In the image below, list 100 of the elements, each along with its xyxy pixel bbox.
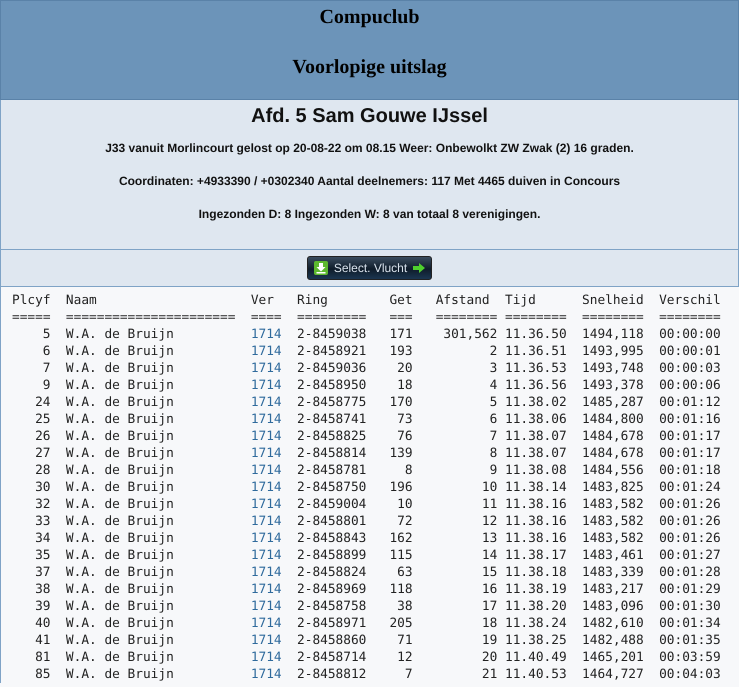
table-cell-text: 18 [396, 377, 413, 394]
table-cell-text: W.A. de Bruijn [66, 649, 175, 666]
table-cell-text: 37 [34, 564, 51, 581]
table-cell: 171 [389, 326, 413, 343]
table-cell: 11.38.08 [505, 462, 567, 479]
table-cell: 139 [389, 445, 413, 462]
club-link[interactable]: 1714 [250, 547, 282, 564]
table-cell: 11.38.17 [505, 547, 567, 564]
table-cell: 00:01:35 [659, 632, 721, 649]
download-icon [314, 261, 328, 275]
table-cell: 1494,118 [582, 326, 644, 343]
club-link[interactable]: 1714 [250, 632, 282, 649]
table-cell-text: 7 [404, 666, 413, 683]
table-cell: 1483,582 [582, 530, 644, 547]
table-cell-text: 71 [396, 632, 413, 649]
table-cell: 00:00:03 [659, 360, 721, 377]
club-link[interactable]: 1714 [250, 564, 282, 581]
table-cell: 1485,287 [582, 394, 644, 411]
table-cell-text: W.A. de Bruijn [66, 479, 175, 496]
table-cell-text: 63 [396, 564, 413, 581]
table-cell: 1483,339 [582, 564, 644, 581]
table-cell: 00:00:01 [659, 343, 721, 360]
table-cell: 00:00:00 [659, 326, 721, 343]
table-cell: 1464,727 [582, 666, 644, 683]
table-cell-text: 9 [488, 462, 498, 479]
table-cell: 1483,461 [582, 547, 644, 564]
header-rule: ======== [436, 309, 498, 326]
table-cell-text: W.A. de Bruijn [66, 615, 175, 632]
club-link[interactable]: 1714 [250, 377, 282, 394]
table-cell-text: 20 [480, 649, 498, 666]
header-rule: ======== [505, 309, 567, 326]
club-link[interactable]: 1714 [250, 496, 282, 513]
table-cell-text: 5 [42, 326, 51, 343]
table-cell-text: W.A. de Bruijn [66, 666, 175, 683]
club-link[interactable]: 1714 [250, 394, 282, 411]
table-cell: 11.38.07 [505, 428, 567, 445]
header-rule: ====================== [66, 309, 236, 326]
table-cell-text: 15 [480, 564, 498, 581]
table-cell-text: 6 [488, 411, 498, 428]
table-cell-text: 18 [480, 615, 498, 632]
table-cell: 205 [389, 615, 413, 632]
club-link[interactable]: 1714 [250, 445, 282, 462]
table-cell-text: W.A. de Bruijn [66, 547, 175, 564]
table-cell-text: 10 [396, 496, 413, 513]
club-link[interactable]: 1714 [250, 649, 282, 666]
table-cell-text: W.A. de Bruijn [66, 581, 175, 598]
table-cell: 11.38.16 [505, 513, 567, 530]
club-link[interactable]: 1714 [250, 513, 282, 530]
table-cell-text: 21 [480, 666, 498, 683]
column-header: Plcyf [12, 292, 51, 309]
table-cell-text: 19 [480, 632, 498, 649]
table-cell: 00:01:26 [659, 513, 721, 530]
table-cell-text: 12 [396, 649, 413, 666]
table-cell-text: 301,562 [442, 326, 498, 343]
table-cell-text: 9 [42, 377, 51, 394]
table-cell: 2-8458921 [297, 343, 366, 360]
table-cell: 2-8458950 [297, 377, 366, 394]
club-link[interactable]: 1714 [250, 428, 282, 445]
club-link[interactable]: 1714 [250, 581, 282, 598]
table-cell: 00:01:26 [659, 496, 721, 513]
club-link[interactable]: 1714 [250, 411, 282, 428]
club-link[interactable]: 1714 [250, 326, 282, 343]
club-link[interactable]: 1714 [250, 598, 282, 615]
table-cell: 11.38.02 [505, 394, 567, 411]
table-cell: 1483,217 [582, 581, 644, 598]
table-cell: 2-8458781 [297, 462, 366, 479]
table-cell: 00:01:16 [659, 411, 721, 428]
club-link[interactable]: 1714 [250, 462, 282, 479]
table-cell: 11.38.18 [505, 564, 567, 581]
table-cell: 11.38.14 [505, 479, 567, 496]
table-cell-text: 30 [34, 479, 51, 496]
table-cell: 162 [389, 530, 413, 547]
club-link[interactable]: 1714 [250, 479, 282, 496]
column-header: Naam [66, 292, 98, 309]
table-cell-text: 40 [34, 615, 51, 632]
table-cell-text: W.A. de Bruijn [66, 326, 175, 343]
table-cell: 1465,201 [582, 649, 644, 666]
table-cell: 00:01:27 [659, 547, 721, 564]
table-cell: 1483,096 [582, 598, 644, 615]
table-cell-text: 3 [488, 360, 498, 377]
table-cell-text: 35 [34, 547, 51, 564]
table-cell: 11.36.56 [505, 377, 567, 394]
club-link[interactable]: 1714 [250, 666, 282, 683]
table-cell: 115 [389, 547, 413, 564]
column-header: Ver [250, 292, 275, 309]
table-cell-text: 14 [480, 547, 498, 564]
header-rule: ========= [297, 309, 366, 326]
club-link[interactable]: 1714 [250, 343, 282, 360]
club-link[interactable]: 1714 [250, 360, 282, 377]
table-cell: 1483,825 [582, 479, 644, 496]
column-header: Snelheid [582, 292, 644, 309]
club-link[interactable]: 1714 [250, 615, 282, 632]
table-cell-text: W.A. de Bruijn [66, 360, 175, 377]
table-cell: 00:04:03 [659, 666, 721, 683]
table-cell: 11.38.25 [505, 632, 567, 649]
select-flight-button[interactable]: Select. Vlucht [306, 256, 432, 280]
table-cell: 11.38.07 [505, 445, 567, 462]
table-cell: 1484,556 [582, 462, 644, 479]
table-cell: 11.38.06 [505, 411, 567, 428]
club-link[interactable]: 1714 [250, 530, 282, 547]
